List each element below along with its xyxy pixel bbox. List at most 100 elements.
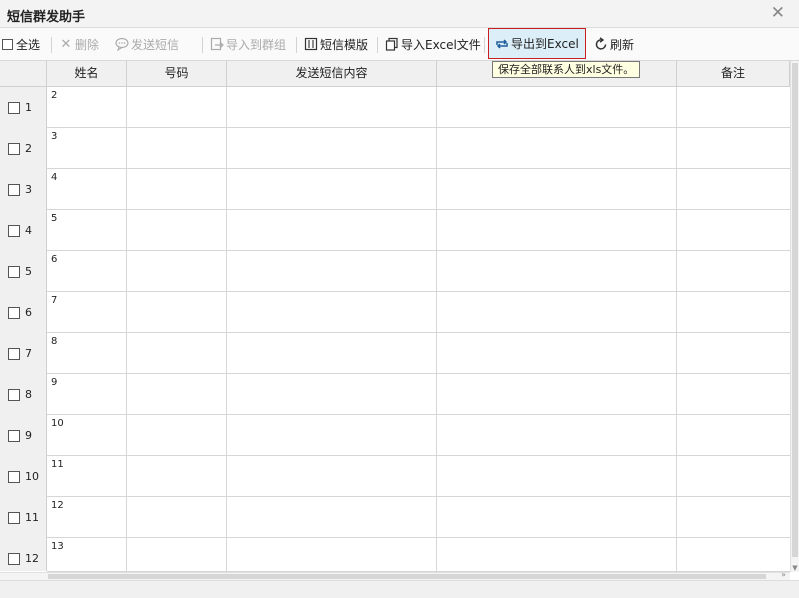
name-cell[interactable]: 11: [47, 456, 127, 496]
row-header[interactable]: 7: [0, 333, 46, 374]
horizontal-scrollbar[interactable]: »: [0, 570, 790, 580]
row-checkbox[interactable]: [8, 511, 20, 524]
number-cell[interactable]: [127, 456, 227, 496]
vertical-scrollbar[interactable]: ▼: [790, 61, 799, 572]
remarks-cell[interactable]: [677, 538, 790, 571]
number-cell[interactable]: [127, 292, 227, 332]
sms-content-cell[interactable]: [227, 415, 437, 455]
sms-content-cell[interactable]: [227, 128, 437, 168]
number-cell[interactable]: [127, 87, 227, 127]
remarks-cell[interactable]: [677, 333, 790, 373]
row-checkbox[interactable]: [8, 306, 20, 319]
blank-cell[interactable]: [437, 538, 677, 571]
row-checkbox[interactable]: [8, 347, 20, 360]
row-checkbox[interactable]: [8, 142, 20, 155]
row-checkbox[interactable]: [8, 101, 20, 114]
row-checkbox[interactable]: [8, 388, 20, 401]
name-cell[interactable]: 8: [47, 333, 127, 373]
blank-cell[interactable]: [437, 251, 677, 291]
sms-template-button[interactable]: 短信模版: [304, 34, 368, 54]
blank-cell[interactable]: [437, 169, 677, 209]
sms-content-cell[interactable]: [227, 169, 437, 209]
scroll-down-icon[interactable]: ▼: [791, 564, 799, 572]
name-cell[interactable]: 6: [47, 251, 127, 291]
remarks-cell[interactable]: [677, 374, 790, 414]
name-cell[interactable]: 4: [47, 169, 127, 209]
delete-button[interactable]: ✕ 删除: [59, 34, 99, 54]
number-cell[interactable]: [127, 251, 227, 291]
row-checkbox[interactable]: [8, 224, 20, 237]
name-cell[interactable]: 3: [47, 128, 127, 168]
blank-cell[interactable]: [437, 292, 677, 332]
blank-cell[interactable]: [437, 497, 677, 537]
sms-content-cell[interactable]: [227, 538, 437, 571]
number-cell[interactable]: [127, 538, 227, 571]
name-cell[interactable]: 2: [47, 87, 127, 127]
import-to-group-button[interactable]: 导入到群组: [210, 34, 286, 54]
remarks-cell[interactable]: [677, 210, 790, 250]
blank-cell[interactable]: [437, 128, 677, 168]
row-header[interactable]: 6: [0, 292, 46, 333]
number-cell[interactable]: [127, 333, 227, 373]
row-checkbox[interactable]: [8, 470, 20, 483]
name-cell[interactable]: 13: [47, 538, 127, 571]
remarks-cell[interactable]: [677, 415, 790, 455]
import-excel-button[interactable]: 导入Excel文件: [385, 34, 481, 54]
name-cell[interactable]: 9: [47, 374, 127, 414]
remarks-cell[interactable]: [677, 456, 790, 496]
number-cell[interactable]: [127, 497, 227, 537]
close-icon[interactable]: ✕: [771, 3, 785, 23]
number-cell[interactable]: [127, 210, 227, 250]
row-header[interactable]: 11: [0, 497, 46, 538]
row-header[interactable]: 4: [0, 210, 46, 251]
row-header[interactable]: 9: [0, 415, 46, 456]
name-cell[interactable]: 5: [47, 210, 127, 250]
sms-content-cell[interactable]: [227, 497, 437, 537]
sms-content-cell[interactable]: [227, 333, 437, 373]
number-cell[interactable]: [127, 169, 227, 209]
sms-content-cell[interactable]: [227, 374, 437, 414]
remarks-cell[interactable]: [677, 251, 790, 291]
remarks-cell[interactable]: [677, 169, 790, 209]
column-header-sms-content[interactable]: 发送短信内容: [227, 61, 437, 86]
sms-content-cell[interactable]: [227, 292, 437, 332]
blank-cell[interactable]: [437, 333, 677, 373]
send-sms-button[interactable]: 发送短信: [115, 34, 179, 54]
row-header[interactable]: 10: [0, 456, 46, 497]
number-cell[interactable]: [127, 374, 227, 414]
sms-content-cell[interactable]: [227, 456, 437, 496]
blank-cell[interactable]: [437, 210, 677, 250]
column-header-name[interactable]: 姓名: [47, 61, 127, 86]
remarks-cell[interactable]: [677, 497, 790, 537]
row-checkbox[interactable]: [8, 552, 20, 565]
blank-cell[interactable]: [437, 456, 677, 496]
vertical-scroll-thumb[interactable]: [792, 63, 798, 557]
select-all-checkbox[interactable]: 全选: [2, 34, 40, 54]
name-cell[interactable]: 10: [47, 415, 127, 455]
row-checkbox[interactable]: [8, 183, 20, 196]
remarks-cell[interactable]: [677, 128, 790, 168]
blank-cell[interactable]: [437, 87, 677, 127]
blank-cell[interactable]: [437, 415, 677, 455]
row-checkbox[interactable]: [8, 265, 20, 278]
row-header[interactable]: 8: [0, 374, 46, 415]
name-cell[interactable]: 12: [47, 497, 127, 537]
row-header[interactable]: 1: [0, 87, 46, 128]
remarks-cell[interactable]: [677, 292, 790, 332]
name-cell[interactable]: 7: [47, 292, 127, 332]
row-header[interactable]: 3: [0, 169, 46, 210]
horizontal-scroll-thumb[interactable]: [48, 574, 766, 579]
sms-content-cell[interactable]: [227, 210, 437, 250]
number-cell[interactable]: [127, 415, 227, 455]
column-header-number[interactable]: 号码: [127, 61, 227, 86]
refresh-button[interactable]: 刷新: [594, 34, 634, 54]
sms-content-cell[interactable]: [227, 251, 437, 291]
column-header-remarks[interactable]: 备注: [677, 61, 790, 86]
sms-content-cell[interactable]: [227, 87, 437, 127]
row-header[interactable]: 5: [0, 251, 46, 292]
scroll-right-icon[interactable]: »: [781, 570, 786, 579]
number-cell[interactable]: [127, 128, 227, 168]
remarks-cell[interactable]: [677, 87, 790, 127]
export-excel-button[interactable]: 导出到Excel: [488, 28, 586, 59]
row-checkbox[interactable]: [8, 429, 20, 442]
